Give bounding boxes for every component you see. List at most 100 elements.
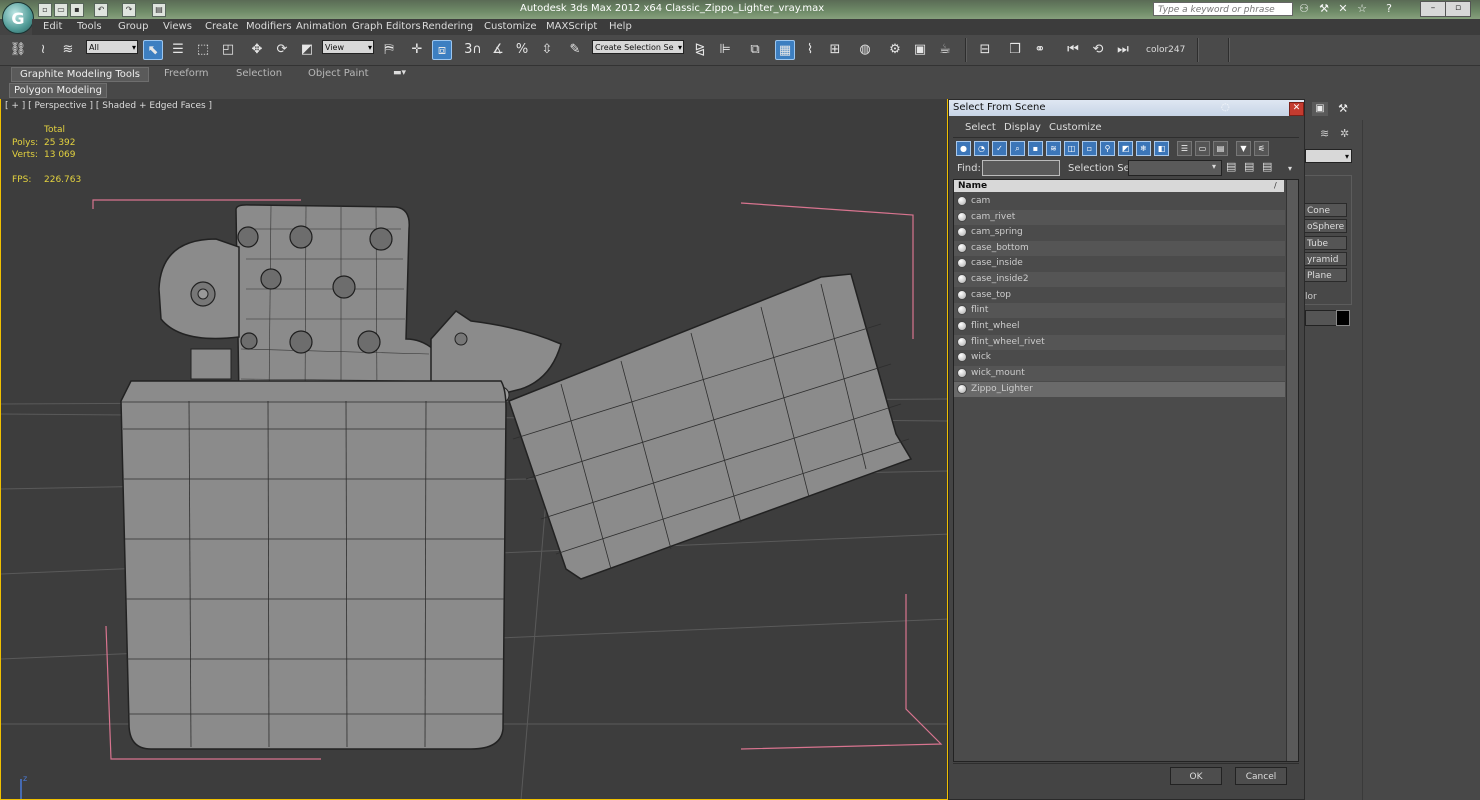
list-item[interactable]: wick_mount: [954, 366, 1285, 381]
ok-button[interactable]: OK: [1170, 767, 1222, 785]
save-file-icon[interactable]: ▪: [70, 3, 84, 17]
graphite-toggle-icon[interactable]: ▦: [775, 40, 795, 60]
render-setup-icon[interactable]: ⚙: [885, 40, 905, 60]
dialog-close-button[interactable]: ✕: [1289, 102, 1304, 116]
geosphere-button[interactable]: oSphere: [1300, 219, 1347, 233]
create-set-icon[interactable]: ▤: [1226, 160, 1236, 173]
tab-graphite-modeling-tools[interactable]: Graphite Modeling Tools: [11, 67, 150, 82]
mirror-icon[interactable]: ⧎: [690, 40, 710, 60]
dialog-menu-display[interactable]: Display: [1004, 122, 1041, 133]
menu-group[interactable]: Group: [118, 21, 148, 32]
object-category-dropdown[interactable]: ▾: [1305, 149, 1352, 163]
menu-tools[interactable]: Tools: [77, 21, 102, 32]
display-frozen-icon[interactable]: ❄: [1136, 141, 1151, 156]
add-to-set-icon[interactable]: ▤: [1244, 160, 1254, 173]
list-item[interactable]: case_top: [954, 288, 1285, 303]
viewport-label[interactable]: [ + ] [ Perspective ] [ Shaded + Edged F…: [5, 101, 212, 111]
menu-maxscript[interactable]: MAXScript: [546, 21, 597, 32]
display-panel-icon[interactable]: ▣: [1312, 102, 1328, 116]
select-invert-icon[interactable]: ▤: [1213, 141, 1228, 156]
render-production-icon[interactable]: ☕: [935, 40, 955, 60]
list-item[interactable]: flint: [954, 303, 1285, 318]
unlink-selection-icon[interactable]: ≀: [33, 40, 53, 60]
display-lights-icon[interactable]: ✓: [992, 141, 1007, 156]
select-all-icon[interactable]: ☰: [1177, 141, 1192, 156]
rendered-frame-window-icon[interactable]: ▣: [910, 40, 930, 60]
display-hidden-icon[interactable]: ◧: [1154, 141, 1169, 156]
plane-button[interactable]: Plane: [1300, 268, 1347, 282]
select-and-link-icon[interactable]: ⛓: [8, 40, 28, 60]
remove-from-set-icon[interactable]: ▤: [1262, 160, 1272, 173]
list-item[interactable]: cam: [954, 194, 1285, 209]
infocenter-icon[interactable]: ⚇: [1297, 2, 1311, 16]
dialog-minimize-icon[interactable]: ◌: [1221, 102, 1230, 113]
display-space-warps-icon[interactable]: ≋: [1046, 141, 1061, 156]
dialog-options-chevron-icon[interactable]: ▾: [1288, 164, 1292, 173]
keyword-search-input[interactable]: Type a keyword or phrase: [1153, 2, 1293, 16]
help-icon[interactable]: ?: [1382, 2, 1396, 16]
redo-icon[interactable]: ↷: [122, 3, 136, 17]
tube-button[interactable]: Tube: [1300, 236, 1347, 250]
perspective-viewport[interactable]: z: [0, 99, 948, 800]
object-color-label[interactable]: color247: [1146, 45, 1185, 55]
layer-manager-icon[interactable]: ⧉: [745, 40, 765, 60]
display-cameras-icon[interactable]: ⌕: [1010, 141, 1025, 156]
polygon-modeling-panel[interactable]: Polygon Modeling: [9, 83, 107, 98]
open-file-icon[interactable]: ▭: [54, 3, 68, 17]
cone-button[interactable]: Cone: [1300, 203, 1347, 217]
list-item[interactable]: case_bottom: [954, 241, 1285, 256]
menu-graph-editors[interactable]: Graph Editors: [352, 21, 421, 32]
snaps-toggle-icon[interactable]: 3∩: [460, 40, 486, 60]
keyboard-shortcut-override-icon[interactable]: ⧈: [432, 40, 452, 60]
material-editor-icon[interactable]: ◍: [855, 40, 875, 60]
object-color-swatch[interactable]: [1336, 310, 1350, 326]
display-helpers-icon[interactable]: ▪: [1028, 141, 1043, 156]
list-item-selected[interactable]: Zippo_Lighter: [954, 382, 1285, 397]
dialog-title[interactable]: Select From Scene: [949, 100, 1304, 116]
schematic-view-icon[interactable]: ⊞: [825, 40, 845, 60]
keyframe-loop-icon[interactable]: ⟲: [1088, 40, 1108, 60]
display-xrefs-icon[interactable]: ▫: [1082, 141, 1097, 156]
extra-tool-icon[interactable]: ⊟: [975, 40, 995, 60]
cancel-button[interactable]: Cancel: [1235, 767, 1287, 785]
align-icon[interactable]: ⊫: [715, 40, 735, 60]
dialog-menu-select[interactable]: Select: [965, 122, 996, 133]
tab-freeform[interactable]: Freeform: [156, 67, 217, 80]
curve-editor-icon[interactable]: ⌇: [800, 40, 820, 60]
pyramid-button[interactable]: yramid: [1300, 252, 1347, 266]
menu-create[interactable]: Create: [205, 21, 238, 32]
pivot-center-icon[interactable]: ⛿: [379, 40, 399, 60]
angle-snap-icon[interactable]: ∡: [488, 40, 508, 60]
select-object-icon[interactable]: ⬉: [143, 40, 163, 60]
ribbon-options-icon[interactable]: ▬▾: [393, 68, 409, 78]
window-crossing-icon[interactable]: ◰: [218, 40, 238, 60]
menu-views[interactable]: Views: [163, 21, 192, 32]
list-item[interactable]: cam_rivet: [954, 210, 1285, 225]
list-scrollbar[interactable]: [1286, 180, 1298, 761]
dialog-menu-customize[interactable]: Customize: [1049, 122, 1102, 133]
display-containers-icon[interactable]: ◩: [1118, 141, 1133, 156]
menu-edit[interactable]: Edit: [43, 21, 62, 32]
selection-filter-dropdown[interactable]: All: [86, 40, 138, 54]
select-and-rotate-icon[interactable]: ⟳: [272, 40, 292, 60]
select-and-scale-icon[interactable]: ◩: [297, 40, 317, 60]
display-groups-icon[interactable]: ◫: [1064, 141, 1079, 156]
selection-set-chevron-icon[interactable]: ▾: [1212, 162, 1216, 171]
assign-material-icon[interactable]: ⚭: [1030, 40, 1050, 60]
list-item[interactable]: cam_spring: [954, 225, 1285, 240]
menu-rendering[interactable]: Rendering: [422, 21, 473, 32]
spinner-snap-icon[interactable]: ⇳: [537, 40, 557, 60]
list-item[interactable]: flint_wheel: [954, 319, 1285, 334]
filter-options-icon[interactable]: ⚟: [1254, 141, 1269, 156]
named-selection-sets-dropdown[interactable]: Create Selection Se: [592, 40, 684, 54]
select-none-icon[interactable]: ▭: [1195, 141, 1210, 156]
menu-help[interactable]: Help: [609, 21, 632, 32]
bind-to-space-warp-icon[interactable]: ≋: [58, 40, 78, 60]
undo-icon[interactable]: ↶: [94, 3, 108, 17]
list-item[interactable]: flint_wheel_rivet: [954, 335, 1285, 350]
list-item[interactable]: case_inside: [954, 256, 1285, 271]
tab-selection[interactable]: Selection: [228, 67, 290, 80]
find-input[interactable]: [982, 160, 1060, 176]
menu-modifiers[interactable]: Modifiers: [246, 21, 292, 32]
display-bones-icon[interactable]: ⚲: [1100, 141, 1115, 156]
